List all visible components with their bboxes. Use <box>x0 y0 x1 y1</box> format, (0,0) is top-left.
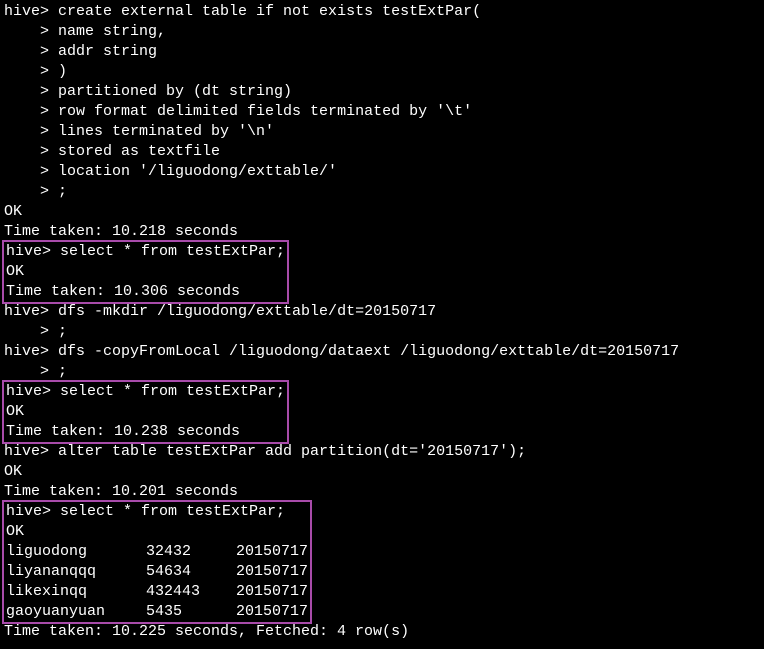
command-text: dfs -copyFromLocal /liguodong/dataext /l… <box>49 343 679 360</box>
command-text: stored as textfile <box>49 143 220 160</box>
cell-name: likexinqq <box>6 582 146 602</box>
table-row: likexinqq43244320150717 <box>6 582 308 602</box>
highlight-box: hive> select * from testExtPar; OK Time … <box>2 240 289 304</box>
prompt-cont: > <box>4 23 49 40</box>
terminal-output: hive> create external table if not exist… <box>0 0 764 644</box>
command-text: name string, <box>49 23 166 40</box>
prompt: hive> <box>6 243 51 260</box>
command-text: dfs -mkdir /liguodong/exttable/dt=201507… <box>49 303 436 320</box>
cell-value: 5435 <box>146 602 236 622</box>
output-ok: OK <box>4 462 760 482</box>
table-row: gaoyuanyuan543520150717 <box>6 602 308 622</box>
command-text: location '/liguodong/exttable/' <box>49 163 337 180</box>
command-text: select * from testExtPar; <box>51 383 285 400</box>
terminal-line: > location '/liguodong/exttable/' <box>4 162 760 182</box>
prompt-cont: > <box>4 123 49 140</box>
highlight-box: hive> select * from testExtPar; OK Time … <box>2 380 289 444</box>
terminal-line: hive> alter table testExtPar add partiti… <box>4 442 760 462</box>
highlight-box: hive> select * from testExtPar; OK liguo… <box>2 500 312 624</box>
terminal-line: > addr string <box>4 42 760 62</box>
cell-value: 432443 <box>146 582 236 602</box>
terminal-line: > row format delimited fields terminated… <box>4 102 760 122</box>
output-ok: OK <box>6 262 285 282</box>
output-ok: OK <box>6 522 308 542</box>
prompt-cont: > <box>4 163 49 180</box>
command-text: create external table if not exists test… <box>49 3 481 20</box>
cell-value: 54634 <box>146 562 236 582</box>
output-ok: OK <box>4 202 760 222</box>
terminal-line: > ; <box>4 182 760 202</box>
command-text: partitioned by (dt string) <box>49 83 292 100</box>
cell-name: liyananqqq <box>6 562 146 582</box>
terminal-line: > stored as textfile <box>4 142 760 162</box>
command-text: lines terminated by '\n' <box>49 123 274 140</box>
cell-name: liguodong <box>6 542 146 562</box>
prompt: hive> <box>6 383 51 400</box>
prompt: hive> <box>4 3 49 20</box>
command-text: select * from testExtPar; <box>51 503 285 520</box>
command-text: row format delimited fields terminated b… <box>49 103 472 120</box>
output-ok: OK <box>6 402 285 422</box>
terminal-line: > lines terminated by '\n' <box>4 122 760 142</box>
prompt-cont: > <box>4 43 49 60</box>
table-row: liguodong3243220150717 <box>6 542 308 562</box>
table-row: liyananqqq5463420150717 <box>6 562 308 582</box>
command-text: ) <box>49 63 67 80</box>
output-time: Time taken: 10.225 seconds, Fetched: 4 r… <box>4 622 760 642</box>
output-time: Time taken: 10.238 seconds <box>6 422 285 442</box>
command-text: addr string <box>49 43 157 60</box>
output-time: Time taken: 10.306 seconds <box>6 282 285 302</box>
prompt: hive> <box>6 503 51 520</box>
cell-dt: 20150717 <box>236 542 308 562</box>
prompt-cont: > <box>4 103 49 120</box>
cell-dt: 20150717 <box>236 602 308 622</box>
cell-value: 32432 <box>146 542 236 562</box>
terminal-line: > ) <box>4 62 760 82</box>
prompt-cont: > <box>4 363 49 380</box>
terminal-line: > name string, <box>4 22 760 42</box>
command-text: ; <box>49 183 67 200</box>
terminal-line: hive> select * from testExtPar; <box>6 382 285 402</box>
command-text: ; <box>49 323 67 340</box>
prompt-cont: > <box>4 183 49 200</box>
prompt: hive> <box>4 443 49 460</box>
output-time: Time taken: 10.201 seconds <box>4 482 760 502</box>
cell-dt: 20150717 <box>236 562 308 582</box>
command-text: select * from testExtPar; <box>51 243 285 260</box>
command-text: alter table testExtPar add partition(dt=… <box>49 443 526 460</box>
prompt: hive> <box>4 303 49 320</box>
prompt-cont: > <box>4 83 49 100</box>
terminal-line: hive> create external table if not exist… <box>4 2 760 22</box>
terminal-line: hive> dfs -copyFromLocal /liguodong/data… <box>4 342 760 362</box>
terminal-line: hive> dfs -mkdir /liguodong/exttable/dt=… <box>4 302 760 322</box>
cell-name: gaoyuanyuan <box>6 602 146 622</box>
cell-dt: 20150717 <box>236 582 308 602</box>
output-time: Time taken: 10.218 seconds <box>4 222 760 242</box>
prompt-cont: > <box>4 323 49 340</box>
command-text: ; <box>49 363 67 380</box>
terminal-line: > ; <box>4 322 760 342</box>
terminal-line: hive> select * from testExtPar; <box>6 502 308 522</box>
prompt-cont: > <box>4 143 49 160</box>
terminal-line: > ; <box>4 362 760 382</box>
terminal-line: hive> select * from testExtPar; <box>6 242 285 262</box>
prompt-cont: > <box>4 63 49 80</box>
prompt: hive> <box>4 343 49 360</box>
terminal-line: > partitioned by (dt string) <box>4 82 760 102</box>
